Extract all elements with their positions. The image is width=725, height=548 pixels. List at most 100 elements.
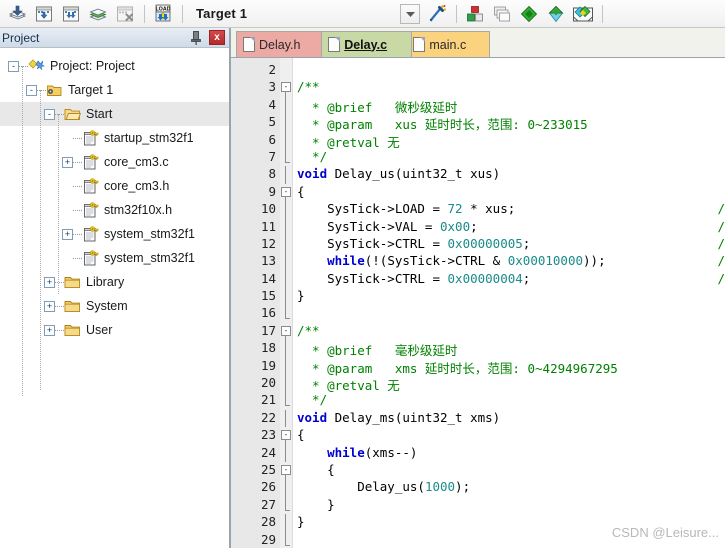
code-line[interactable]: 3-/** [231,79,725,98]
line-number: 26 [260,479,276,495]
tree-expander[interactable]: + [44,300,55,312]
fold-toggle[interactable]: - [281,82,291,93]
tree-expander[interactable]: + [44,276,55,288]
close-icon[interactable]: x [209,30,225,45]
chevron-down-icon[interactable] [400,3,421,24]
tree-item-system[interactable]: + System [0,294,229,318]
code-line[interactable]: 4 * @brief 微秒级延时 [231,96,725,115]
tree-item-system-stm32f1[interactable]: + system_stm32f1 [0,222,229,246]
toolbar-separator-1 [144,4,145,23]
code-line[interactable]: 11 SysTick->VAL = 0x00; / [231,218,725,236]
tree-item-user[interactable]: + User [0,318,229,342]
code-line[interactable]: 18 * @brief 毫秒级延时 [231,340,725,358]
project-tree: - Project: Project - Target 1 - Start startup_… [0,48,229,396]
tree-item-stm32f10x-h[interactable]: stm32f10x.h [0,198,229,222]
manage-packs-icon[interactable] [570,2,596,26]
tree-item-core-cm3-h[interactable]: core_cm3.h [0,174,229,198]
code-line[interactable]: 12 SysTick->CTRL = 0x00000005; / [231,235,725,254]
tab-delay-c[interactable]: Delay.c [321,31,413,57]
code-line[interactable]: 26 Delay_us(1000); [231,479,725,497]
code-line[interactable]: 25- { [231,461,725,480]
load-icon[interactable]: LOAD [150,2,176,26]
tree-item-core-cm3-c[interactable]: + core_cm3.c [0,150,229,174]
tree-item-startup-stm32f1[interactable]: startup_stm32f1 [0,126,229,150]
configuration-wizard-icon[interactable] [424,2,450,26]
fold-bar [285,288,286,306]
folder-icon [64,298,81,314]
tree-item-library[interactable]: + Library [0,270,229,294]
tree-expander[interactable]: - [26,84,37,96]
code-line[interactable]: 28} [231,514,725,532]
pack-installer-icon[interactable] [543,2,569,26]
fold-bar [285,305,286,319]
code-line[interactable]: 29 [231,531,725,548]
tree-expander[interactable]: - [44,108,55,120]
code-editor[interactable]: 2 3-/** 4 * @brief 微秒级延时 5 * @param xus 延时时… [231,58,725,548]
tree-guide-line [58,114,59,294]
fold-bar [285,375,286,393]
fold-toggle[interactable]: - [281,325,291,336]
line-text: while(!(SysTick->CTRL & 0x00010000)); [327,253,606,269]
code-line[interactable]: 7 */ [231,148,725,166]
manage-multiproject-icon[interactable] [489,2,515,26]
code-line[interactable]: 20 * @retval 无 [231,375,725,393]
code-line[interactable]: 13 while(!(SysTick->CTRL & 0x00010000));… [231,253,725,271]
tree-item-label: Library [86,275,125,289]
build-target-icon[interactable] [31,2,57,26]
code-line[interactable]: 19 * @param xms 延时时长，范围: 0~4294967295 [231,357,725,376]
build-icon[interactable] [4,2,30,26]
file-icon [328,37,341,52]
editor-tabbar: Delay.h Delay.c main.c [231,28,725,58]
file-icon [413,37,426,52]
code-line[interactable]: 16 [231,305,725,322]
tree-expander[interactable]: + [62,156,73,168]
components-icon[interactable] [516,2,542,26]
code-line[interactable]: 14 SysTick->CTRL = 0x00000004; / [231,270,725,289]
code-line[interactable]: 2 [231,62,725,79]
target-selector-label[interactable]: Target 1 [196,6,247,21]
rebuild-all-icon[interactable] [58,2,84,26]
toolbar-separator-2 [182,4,183,23]
tab-main-c[interactable]: main.c [406,31,490,57]
code-line[interactable]: 21 */ [231,392,725,409]
stop-build-icon[interactable] [112,2,138,26]
code-line[interactable]: 8 void Delay_us(uint32_t xus) [231,166,725,184]
tree-item-system-stm32f1[interactable]: system_stm32f1 [0,246,229,270]
code-line[interactable]: 22 void Delay_ms(uint32_t xms) [231,409,725,428]
code-line[interactable]: 27 } [231,496,725,514]
fold-toggle[interactable]: - [281,464,291,475]
trailing-comment: / [717,253,725,269]
fold-toggle[interactable]: - [281,430,291,441]
code-line[interactable]: 15} [231,288,725,306]
code-line[interactable]: 6 * @retval 无 [231,131,725,150]
tree-item-label: system_stm32f1 [104,227,196,241]
editor-area: Delay.h Delay.c main.c 2 3-/** 4 * @brief 微秒… [231,28,725,548]
batch-build-icon[interactable] [85,2,111,26]
line-number: 4 [268,96,276,112]
tab-delay-h[interactable]: Delay.h [236,31,328,57]
code-line[interactable]: 10 SysTick->LOAD = 72 * xus; / [231,201,725,219]
tree-expander[interactable]: + [44,324,55,336]
line-text: * @retval 无 [297,134,400,150]
fold-bar [285,166,286,184]
tree-item-start[interactable]: - Start [0,102,229,126]
code-line[interactable]: 17-/** [231,323,725,341]
tree-item-label: core_cm3.c [104,155,169,169]
pin-icon[interactable] [189,30,203,46]
line-number: 6 [268,131,276,147]
code-line[interactable]: 24 while(xms--) [231,444,725,462]
code-line[interactable]: 5 * @param xus 延时时长，范围: 0~233015 [231,114,725,132]
tree-item-project-project[interactable]: - Project: Project [0,54,229,78]
fold-bar [285,496,286,510]
tree-guide-line [22,66,23,396]
tree-expander[interactable]: + [62,228,73,240]
code-line[interactable]: 23-{ [231,427,725,446]
tree-item-target-1[interactable]: - Target 1 [0,78,229,102]
line-text: { [297,461,335,477]
code-line[interactable]: 9-{ [231,184,725,202]
target-options-icon[interactable] [462,2,488,26]
tree-connector [55,281,64,283]
fold-toggle[interactable]: - [281,186,291,197]
tree-connector [73,185,82,187]
tree-expander[interactable]: - [8,60,19,72]
